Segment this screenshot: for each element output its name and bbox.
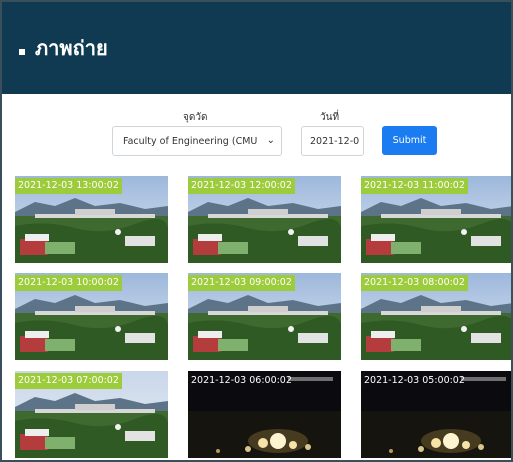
photo-card[interactable]: 2021-12-03 06:00:02	[188, 371, 341, 458]
photo-timestamp: 2021-12-03 09:00:02	[188, 275, 295, 291]
photo-timestamp: 2021-12-03 12:00:02	[188, 178, 295, 194]
photo-timestamp: 2021-12-03 05:00:02	[361, 373, 468, 389]
photo-timestamp: 2021-12-03 08:00:02	[361, 275, 468, 291]
page-frame: ภาพถ่าย จุดวัด วันที่ Faculty of Enginee…	[0, 0, 513, 462]
location-select[interactable]: Faculty of Engineering (CMU ⌄	[112, 126, 282, 156]
photo-timestamp: 2021-12-03 06:00:02	[188, 373, 295, 389]
photo-card[interactable]: 2021-12-03 13:00:02	[15, 176, 168, 263]
photo-card[interactable]: 2021-12-03 05:00:02	[361, 371, 511, 458]
photo-card[interactable]: 2021-12-03 10:00:02	[15, 273, 168, 360]
page-header: ภาพถ่าย	[2, 2, 511, 94]
chevron-down-icon: ⌄	[266, 135, 275, 146]
page-title: ภาพถ่าย	[35, 36, 108, 60]
photo-card[interactable]: 2021-12-03 08:00:02	[361, 273, 511, 360]
photo-card[interactable]: 2021-12-03 11:00:02	[361, 176, 511, 263]
square-bullet-icon	[19, 49, 25, 55]
location-select-value: Faculty of Engineering (CMU	[123, 136, 258, 147]
date-input-value: 2021-12-0	[310, 136, 360, 147]
photo-card[interactable]: 2021-12-03 07:00:02	[15, 371, 168, 458]
photo-timestamp: 2021-12-03 07:00:02	[15, 373, 122, 389]
photo-card[interactable]: 2021-12-03 12:00:02	[188, 176, 341, 263]
location-label: จุดวัด	[183, 112, 208, 123]
photo-timestamp: 2021-12-03 10:00:02	[15, 275, 122, 291]
date-label: วันที่	[320, 112, 340, 123]
photo-card[interactable]: 2021-12-03 09:00:02	[188, 273, 341, 360]
photo-timestamp: 2021-12-03 11:00:02	[361, 178, 468, 194]
photo-timestamp: 2021-12-03 13:00:02	[15, 178, 122, 194]
date-input[interactable]: 2021-12-0	[301, 126, 364, 156]
submit-button[interactable]: Submit	[382, 126, 437, 155]
